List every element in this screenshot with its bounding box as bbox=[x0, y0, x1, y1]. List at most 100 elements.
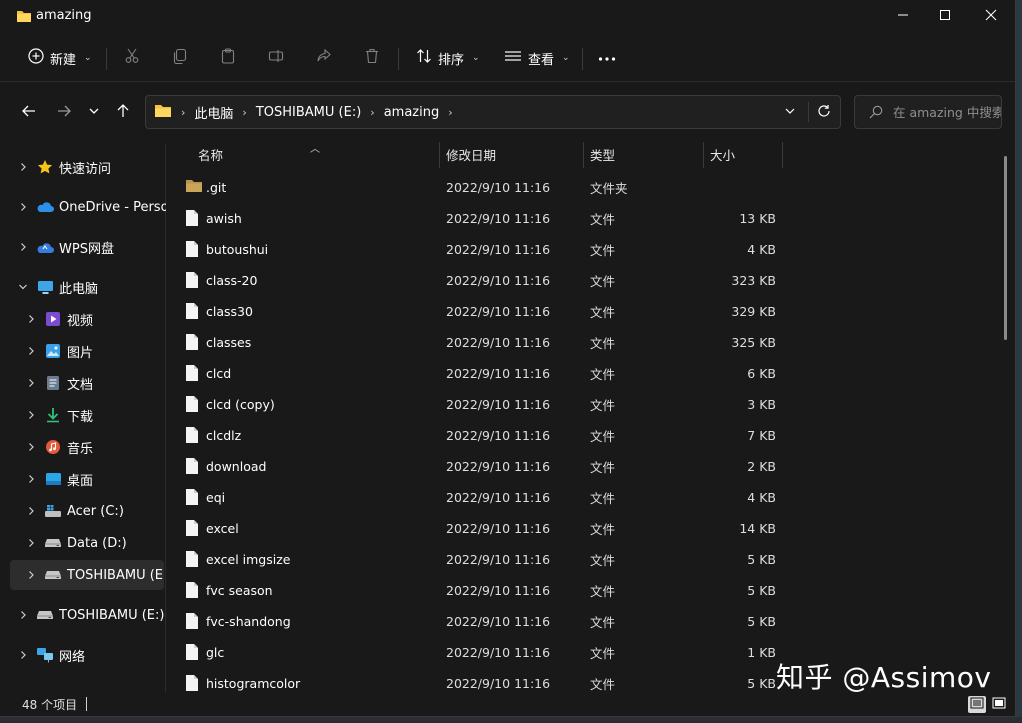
chevron-right-icon[interactable] bbox=[24, 376, 38, 390]
sidebar-item[interactable]: 快速访问 bbox=[0, 152, 166, 182]
sidebar-item[interactable]: 下载 bbox=[0, 400, 166, 430]
forward-button[interactable] bbox=[50, 96, 78, 128]
file-date: 2022/9/10 11:16 bbox=[446, 645, 551, 660]
sidebar-item[interactable]: 文档 bbox=[0, 368, 166, 398]
command-bar: 新建 ⌄ 排序 ⌄ 查看 ⌄ bbox=[0, 36, 1015, 82]
drive-icon bbox=[36, 606, 54, 624]
search-box[interactable] bbox=[854, 95, 1002, 129]
sidebar-item[interactable]: Data (D:) bbox=[0, 528, 166, 558]
file-row[interactable]: glc 2022/9/10 11:16 文件 1 KB bbox=[168, 637, 788, 668]
chevron-right-icon[interactable] bbox=[24, 504, 38, 518]
sidebar-item[interactable]: 图片 bbox=[0, 336, 166, 366]
breadcrumb-this-pc[interactable]: 此电脑 bbox=[194, 103, 233, 122]
file-row[interactable]: clcd 2022/9/10 11:16 文件 6 KB bbox=[168, 358, 788, 389]
sidebar-item[interactable]: 视频 bbox=[0, 304, 166, 334]
column-divider[interactable] bbox=[583, 142, 584, 168]
rename-button[interactable] bbox=[268, 44, 284, 72]
column-divider[interactable] bbox=[703, 142, 704, 168]
details-view-button[interactable] bbox=[968, 696, 986, 713]
maximize-button[interactable] bbox=[922, 0, 968, 32]
column-header-name[interactable]: 名称 bbox=[198, 140, 223, 168]
file-row[interactable]: eqi 2022/9/10 11:16 文件 4 KB bbox=[168, 482, 788, 513]
minimize-button[interactable] bbox=[880, 0, 926, 32]
column-header-size[interactable]: 大小 bbox=[710, 140, 735, 168]
file-row[interactable]: fvc season 2022/9/10 11:16 文件 5 KB bbox=[168, 575, 788, 606]
chevron-right-icon[interactable] bbox=[24, 536, 38, 550]
chevron-right-icon[interactable] bbox=[24, 344, 38, 358]
copy-icon bbox=[172, 48, 188, 68]
file-date: 2022/9/10 11:16 bbox=[446, 335, 551, 350]
recent-locations-button[interactable] bbox=[80, 96, 108, 128]
file-row[interactable]: class30 2022/9/10 11:16 文件 329 KB bbox=[168, 296, 788, 327]
file-type: 文件 bbox=[590, 274, 616, 289]
sidebar-item-label: 文档 bbox=[67, 377, 94, 393]
sidebar-item[interactable]: OneDrive - Personal bbox=[0, 192, 166, 222]
sidebar-item[interactable]: TOSHIBAMU (E:) bbox=[0, 600, 166, 630]
column-header-date[interactable]: 修改日期 bbox=[446, 140, 496, 168]
file-icon bbox=[185, 333, 203, 351]
sidebar-item[interactable]: 此电脑 bbox=[0, 272, 166, 302]
file-row[interactable]: histogramcolor 2022/9/10 11:16 文件 5 KB bbox=[168, 668, 788, 692]
chevron-right-icon[interactable] bbox=[16, 608, 30, 622]
view-button[interactable]: 查看 ⌄ bbox=[504, 44, 570, 72]
chevron-right-icon[interactable] bbox=[24, 408, 38, 422]
file-row[interactable]: butoushui 2022/9/10 11:16 文件 4 KB bbox=[168, 234, 788, 265]
up-button[interactable] bbox=[109, 96, 137, 128]
file-name: class-20 bbox=[206, 273, 258, 288]
sidebar-item-label: 视频 bbox=[67, 313, 94, 329]
breadcrumb-folder[interactable]: amazing bbox=[384, 105, 440, 120]
column-divider[interactable] bbox=[439, 142, 440, 168]
chevron-right-icon[interactable] bbox=[24, 312, 38, 326]
breadcrumb-drive[interactable]: TOSHIBAMU (E:) bbox=[256, 105, 361, 120]
more-options-button[interactable] bbox=[598, 44, 616, 72]
column-header-type[interactable]: 类型 bbox=[590, 140, 615, 168]
close-button[interactable] bbox=[968, 0, 1014, 32]
chevron-right-icon[interactable] bbox=[16, 648, 30, 662]
sidebar-item[interactable]: Acer (C:) bbox=[0, 496, 166, 526]
sidebar-item[interactable]: 音乐 bbox=[0, 432, 166, 462]
chevron-right-icon[interactable] bbox=[24, 440, 38, 454]
sort-ascending-icon: ︿ bbox=[310, 144, 320, 155]
paste-button[interactable] bbox=[220, 44, 236, 72]
chevron-right-icon[interactable] bbox=[16, 160, 30, 174]
file-row[interactable]: clcdlz 2022/9/10 11:16 文件 7 KB bbox=[168, 420, 788, 451]
back-button[interactable] bbox=[15, 96, 43, 128]
sidebar-item[interactable]: 网络 bbox=[0, 640, 166, 670]
chevron-down-icon[interactable] bbox=[16, 280, 30, 294]
file-row[interactable]: awish 2022/9/10 11:16 文件 13 KB bbox=[168, 203, 788, 234]
file-row[interactable]: fvc-shandong 2022/9/10 11:16 文件 5 KB bbox=[168, 606, 788, 637]
sidebar-item[interactable]: WPS网盘 bbox=[0, 232, 166, 262]
file-row[interactable]: excel imgsize 2022/9/10 11:16 文件 5 KB bbox=[168, 544, 788, 575]
new-button[interactable]: 新建 ⌄ bbox=[28, 44, 92, 72]
folder-icon bbox=[154, 103, 172, 122]
file-date: 2022/9/10 11:16 bbox=[446, 676, 551, 691]
vertical-scrollbar[interactable] bbox=[1004, 156, 1007, 340]
copy-button[interactable] bbox=[172, 44, 188, 72]
file-row[interactable]: .git 2022/9/10 11:16 文件夹 bbox=[168, 172, 788, 203]
sidebar-item[interactable]: 桌面 bbox=[0, 464, 166, 494]
chevron-right-icon[interactable] bbox=[16, 200, 30, 214]
file-date: 2022/9/10 11:16 bbox=[446, 366, 551, 381]
sort-button[interactable]: 排序 ⌄ bbox=[416, 44, 480, 72]
search-input[interactable] bbox=[893, 103, 1001, 121]
share-button[interactable] bbox=[316, 44, 332, 72]
file-name: awish bbox=[206, 211, 242, 226]
chevron-right-icon[interactable] bbox=[24, 568, 38, 582]
delete-button[interactable] bbox=[364, 44, 380, 72]
file-row[interactable]: class-20 2022/9/10 11:16 文件 323 KB bbox=[168, 265, 788, 296]
address-bar[interactable]: › 此电脑 › TOSHIBAMU (E:) › amazing › bbox=[145, 95, 841, 129]
cut-button[interactable] bbox=[124, 44, 140, 72]
chevron-right-icon[interactable] bbox=[16, 240, 30, 254]
file-row[interactable]: excel 2022/9/10 11:16 文件 14 KB bbox=[168, 513, 788, 544]
tiles-view-button[interactable] bbox=[990, 696, 1008, 713]
sidebar-item[interactable]: TOSHIBAMU (E:) bbox=[10, 560, 164, 590]
file-row[interactable]: download 2022/9/10 11:16 文件 2 KB bbox=[168, 451, 788, 482]
address-history-button[interactable] bbox=[776, 96, 804, 128]
file-row[interactable]: clcd (copy) 2022/9/10 11:16 文件 3 KB bbox=[168, 389, 788, 420]
column-divider[interactable] bbox=[782, 142, 783, 168]
file-row[interactable]: classes 2022/9/10 11:16 文件 325 KB bbox=[168, 327, 788, 358]
file-date: 2022/9/10 11:16 bbox=[446, 521, 551, 536]
refresh-button[interactable] bbox=[810, 96, 838, 128]
chevron-right-icon: › bbox=[181, 105, 186, 119]
chevron-right-icon[interactable] bbox=[24, 472, 38, 486]
